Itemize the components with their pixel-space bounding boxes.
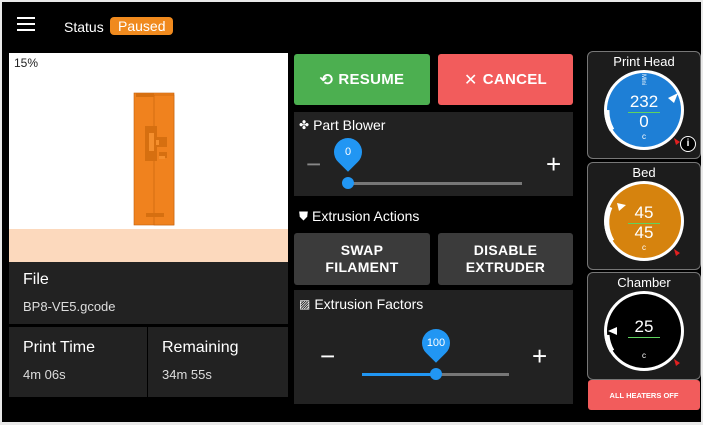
print-time-label: Print Time xyxy=(23,339,96,356)
temp-unit: c xyxy=(642,243,646,252)
current-temp: 232 xyxy=(629,92,659,111)
status-label: Status xyxy=(64,19,104,35)
blower-decrease-button[interactable]: − xyxy=(306,151,321,177)
disable-extruder-button[interactable]: DISABLE EXTRUDER xyxy=(438,233,573,285)
close-icon: ✕ xyxy=(463,71,478,89)
factor-slider-thumb[interactable] xyxy=(430,368,442,380)
cancel-label: CANCEL xyxy=(482,71,548,88)
remaining-label: Remaining xyxy=(162,339,239,356)
heater-print-head[interactable]: Print Head Mini 232 0 c i xyxy=(587,51,701,159)
heater-chamber[interactable]: Chamber 25 c xyxy=(587,272,701,380)
factor-value-bubble: 100 xyxy=(416,323,456,363)
heater-name: Chamber xyxy=(617,275,671,290)
extrusion-actions-panel: ⛊ Extrusion Actions SWAP FILAMENT DISABL… xyxy=(294,200,573,286)
extrusion-actions-label: Extrusion Actions xyxy=(312,208,420,224)
extrusion-factors-label: Extrusion Factors xyxy=(314,296,424,312)
cancel-button[interactable]: ✕ CANCEL xyxy=(438,54,573,105)
heater-name: Bed xyxy=(632,165,656,180)
current-temp: 45 xyxy=(634,203,654,222)
heater-name: Print Head xyxy=(613,54,675,69)
current-temp: 25 xyxy=(634,317,654,336)
swap-filament-button[interactable]: SWAP FILAMENT xyxy=(294,233,430,285)
resume-icon: ⟲ xyxy=(319,71,334,89)
factor-slider[interactable]: 100 xyxy=(362,323,509,380)
remaining-panel: Remaining 34m 55s xyxy=(148,327,288,397)
blower-increase-button[interactable]: + xyxy=(546,151,561,177)
extrusion-factors-panel: ▨ Extrusion Factors − + 100 xyxy=(294,290,573,404)
hatch-icon: ▨ xyxy=(299,297,311,311)
print-preview: 15% xyxy=(9,53,288,262)
remaining-value: 34m 55s xyxy=(162,367,212,382)
heater-bed[interactable]: Bed 45 45 c xyxy=(587,162,701,270)
part-blower-label: Part Blower xyxy=(313,117,386,133)
part-blower-title: ✤ Part Blower xyxy=(299,117,385,133)
factor-decrease-button[interactable]: − xyxy=(320,343,335,369)
blower-slider-thumb[interactable] xyxy=(342,177,354,189)
extrusion-factors-title: ▨ Extrusion Factors xyxy=(299,296,423,312)
blower-slider[interactable]: 0 xyxy=(328,132,522,189)
target-temp: 0 xyxy=(639,112,649,131)
blower-value-bubble: 0 xyxy=(328,132,368,172)
file-label: File xyxy=(23,271,49,288)
fan-icon: ✤ xyxy=(299,118,310,132)
temp-unit: c xyxy=(642,351,646,360)
printer-screen: Status Paused 15% File BP8-VE5.gcode Pri… xyxy=(2,2,701,422)
status-badge: Paused xyxy=(110,17,174,35)
all-heaters-off-button[interactable]: ALL HEATERS OFF xyxy=(588,380,700,410)
heater-tag: Mini xyxy=(640,74,646,86)
resume-button[interactable]: ⟲ RESUME xyxy=(294,54,430,105)
extruder-icon: ⛊ xyxy=(299,208,309,223)
extrusion-actions-title: ⛊ Extrusion Actions xyxy=(299,208,419,224)
part-blower-panel: ✤ Part Blower − + 0 xyxy=(294,112,573,196)
factor-slider-fill xyxy=(362,373,436,376)
temp-unit: c xyxy=(642,132,646,141)
hamburger-menu-icon[interactable] xyxy=(17,17,35,31)
info-icon[interactable]: i xyxy=(680,136,696,152)
file-name: BP8-VE5.gcode xyxy=(23,299,116,314)
top-bar: Status Paused xyxy=(2,2,701,48)
print-time-value: 4m 06s xyxy=(23,367,66,382)
factor-increase-button[interactable]: + xyxy=(532,343,547,369)
target-temp: 45 xyxy=(634,223,654,242)
model-render-icon xyxy=(133,92,175,226)
print-time-panel: Print Time 4m 06s xyxy=(9,327,147,397)
resume-label: RESUME xyxy=(338,71,405,88)
file-panel: File BP8-VE5.gcode xyxy=(9,262,288,324)
